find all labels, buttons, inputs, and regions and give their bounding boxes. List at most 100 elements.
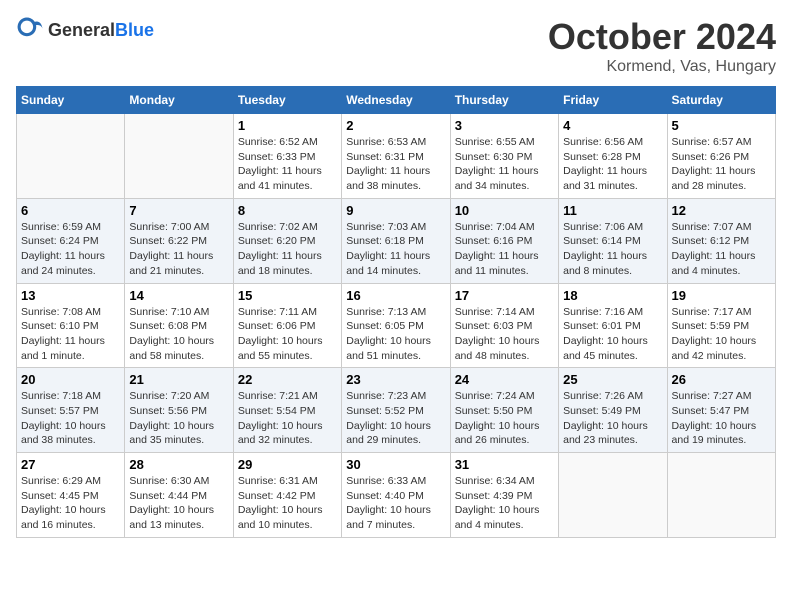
logo-blue-text: Blue <box>115 20 154 41</box>
day-info: Sunrise: 6:30 AM Sunset: 4:44 PM Dayligh… <box>129 474 228 533</box>
day-info: Sunrise: 7:14 AM Sunset: 6:03 PM Dayligh… <box>455 305 554 364</box>
calendar-cell: 2Sunrise: 6:53 AM Sunset: 6:31 PM Daylig… <box>342 114 450 199</box>
calendar-cell: 21Sunrise: 7:20 AM Sunset: 5:56 PM Dayli… <box>125 368 233 453</box>
calendar-cell: 17 Sunrise: 7:14 AM Sunset: 6:03 PM Dayli… <box>450 283 558 368</box>
day-info: Sunrise: 7:02 AM Sunset: 6:20 PM Dayligh… <box>238 220 337 279</box>
day-info: Sunrise: 7:17 AM Sunset: 5:59 PM Dayligh… <box>672 305 771 364</box>
day-info: Sunrise: 6:52 AM Sunset: 6:33 PM Dayligh… <box>238 135 337 194</box>
day-number: 13 <box>21 288 120 303</box>
calendar-cell: 28 Sunrise: 6:30 AM Sunset: 4:44 PM Dayli… <box>125 453 233 538</box>
day-number: 3 <box>455 118 554 133</box>
day-info: Sunrise: 6:57 AM Sunset: 6:26 PM Dayligh… <box>672 135 771 194</box>
day-info: Sunrise: 6:55 AM Sunset: 6:30 PM Dayligh… <box>455 135 554 194</box>
day-number: 12 <box>672 203 771 218</box>
calendar-cell: 31 Sunrise: 6:34 AM Sunset: 4:39 PM Dayli… <box>450 453 558 538</box>
day-info: Sunrise: 7:18 AM Sunset: 5:57 PM Dayligh… <box>21 389 120 448</box>
day-number: 7 <box>129 203 228 218</box>
calendar-cell <box>17 114 125 199</box>
day-number: 20 <box>21 372 120 387</box>
calendar-cell <box>559 453 667 538</box>
calendar-body: 1 Sunrise: 6:52 AM Sunset: 6:33 PM Daylig… <box>17 114 776 538</box>
day-number: 9 <box>346 203 445 218</box>
day-info: Sunrise: 7:27 AM Sunset: 5:47 PM Dayligh… <box>672 389 771 448</box>
day-number: 27 <box>21 457 120 472</box>
calendar-cell <box>667 453 775 538</box>
weekday-header-saturday: Saturday <box>667 87 775 114</box>
day-info: Sunrise: 7:04 AM Sunset: 6:16 PM Dayligh… <box>455 220 554 279</box>
calendar-cell: 19 Sunrise: 7:17 AM Sunset: 5:59 PM Dayli… <box>667 283 775 368</box>
calendar-cell: 15Sunrise: 7:11 AM Sunset: 6:06 PM Dayli… <box>233 283 341 368</box>
logo-icon <box>16 16 44 44</box>
day-info: Sunrise: 6:59 AM Sunset: 6:24 PM Dayligh… <box>21 220 120 279</box>
calendar-cell: 20 Sunrise: 7:18 AM Sunset: 5:57 PM Dayli… <box>17 368 125 453</box>
calendar-cell: 9 Sunrise: 7:03 AM Sunset: 6:18 PM Daylig… <box>342 198 450 283</box>
page-header: General Blue October 2024 Kormend, Vas, … <box>16 16 776 76</box>
day-info: Sunrise: 7:24 AM Sunset: 5:50 PM Dayligh… <box>455 389 554 448</box>
weekday-header-friday: Friday <box>559 87 667 114</box>
calendar-cell: 23 Sunrise: 7:23 AM Sunset: 5:52 PM Dayli… <box>342 368 450 453</box>
day-info: Sunrise: 7:21 AM Sunset: 5:54 PM Dayligh… <box>238 389 337 448</box>
day-number: 30 <box>346 457 445 472</box>
calendar-cell: 10 Sunrise: 7:04 AM Sunset: 6:16 PM Dayli… <box>450 198 558 283</box>
calendar-table: SundayMondayTuesdayWednesdayThursdayFrid… <box>16 86 776 538</box>
day-number: 10 <box>455 203 554 218</box>
day-number: 18 <box>563 288 662 303</box>
day-number: 14 <box>129 288 228 303</box>
logo: General Blue <box>16 16 154 44</box>
day-number: 26 <box>672 372 771 387</box>
calendar-cell: 27 Sunrise: 6:29 AM Sunset: 4:45 PM Dayli… <box>17 453 125 538</box>
day-info: Sunrise: 7:26 AM Sunset: 5:49 PM Dayligh… <box>563 389 662 448</box>
calendar-cell: 13Sunrise: 7:08 AM Sunset: 6:10 PM Dayli… <box>17 283 125 368</box>
month-title: October 2024 <box>548 16 776 58</box>
day-info: Sunrise: 6:53 AM Sunset: 6:31 PM Dayligh… <box>346 135 445 194</box>
day-number: 8 <box>238 203 337 218</box>
day-number: 28 <box>129 457 228 472</box>
weekday-header-sunday: Sunday <box>17 87 125 114</box>
day-number: 23 <box>346 372 445 387</box>
calendar-cell: 25 Sunrise: 7:26 AM Sunset: 5:49 PM Dayli… <box>559 368 667 453</box>
day-number: 17 <box>455 288 554 303</box>
location-title: Kormend, Vas, Hungary <box>548 58 776 76</box>
calendar-cell: 8 Sunrise: 7:02 AM Sunset: 6:20 PM Daylig… <box>233 198 341 283</box>
day-number: 4 <box>563 118 662 133</box>
day-info: Sunrise: 6:56 AM Sunset: 6:28 PM Dayligh… <box>563 135 662 194</box>
day-number: 11 <box>563 203 662 218</box>
calendar-cell: 22 Sunrise: 7:21 AM Sunset: 5:54 PM Dayli… <box>233 368 341 453</box>
day-number: 16 <box>346 288 445 303</box>
calendar-cell: 29Sunrise: 6:31 AM Sunset: 4:42 PM Dayli… <box>233 453 341 538</box>
calendar-cell: 30 Sunrise: 6:33 AM Sunset: 4:40 PM Dayli… <box>342 453 450 538</box>
day-number: 21 <box>129 372 228 387</box>
calendar-cell: 14Sunrise: 7:10 AM Sunset: 6:08 PM Dayli… <box>125 283 233 368</box>
day-number: 31 <box>455 457 554 472</box>
calendar-cell: 5 Sunrise: 6:57 AM Sunset: 6:26 PM Daylig… <box>667 114 775 199</box>
title-block: October 2024 Kormend, Vas, Hungary <box>548 16 776 76</box>
day-info: Sunrise: 7:23 AM Sunset: 5:52 PM Dayligh… <box>346 389 445 448</box>
weekday-header-tuesday: Tuesday <box>233 87 341 114</box>
day-info: Sunrise: 7:00 AM Sunset: 6:22 PM Dayligh… <box>129 220 228 279</box>
weekday-header-wednesday: Wednesday <box>342 87 450 114</box>
logo-general-text: General <box>48 20 115 41</box>
day-number: 22 <box>238 372 337 387</box>
calendar-cell: 1 Sunrise: 6:52 AM Sunset: 6:33 PM Daylig… <box>233 114 341 199</box>
day-number: 5 <box>672 118 771 133</box>
calendar-cell: 24 Sunrise: 7:24 AM Sunset: 5:50 PM Dayli… <box>450 368 558 453</box>
weekday-header-thursday: Thursday <box>450 87 558 114</box>
day-number: 1 <box>238 118 337 133</box>
weekday-header-monday: Monday <box>125 87 233 114</box>
calendar-cell: 3 Sunrise: 6:55 AM Sunset: 6:30 PM Daylig… <box>450 114 558 199</box>
calendar-cell: 4 Sunrise: 6:56 AM Sunset: 6:28 PM Daylig… <box>559 114 667 199</box>
day-info: Sunrise: 6:33 AM Sunset: 4:40 PM Dayligh… <box>346 474 445 533</box>
day-number: 6 <box>21 203 120 218</box>
day-info: Sunrise: 7:03 AM Sunset: 6:18 PM Dayligh… <box>346 220 445 279</box>
calendar-header-row: SundayMondayTuesdayWednesdayThursdayFrid… <box>17 87 776 114</box>
calendar-cell: 11Sunrise: 7:06 AM Sunset: 6:14 PM Dayli… <box>559 198 667 283</box>
day-info: Sunrise: 6:34 AM Sunset: 4:39 PM Dayligh… <box>455 474 554 533</box>
day-info: Sunrise: 7:11 AM Sunset: 6:06 PM Dayligh… <box>238 305 337 364</box>
calendar-cell: 12 Sunrise: 7:07 AM Sunset: 6:12 PM Dayli… <box>667 198 775 283</box>
day-number: 24 <box>455 372 554 387</box>
calendar-cell: 26 Sunrise: 7:27 AM Sunset: 5:47 PM Dayli… <box>667 368 775 453</box>
day-info: Sunrise: 7:07 AM Sunset: 6:12 PM Dayligh… <box>672 220 771 279</box>
day-info: Sunrise: 6:29 AM Sunset: 4:45 PM Dayligh… <box>21 474 120 533</box>
day-number: 25 <box>563 372 662 387</box>
day-number: 19 <box>672 288 771 303</box>
